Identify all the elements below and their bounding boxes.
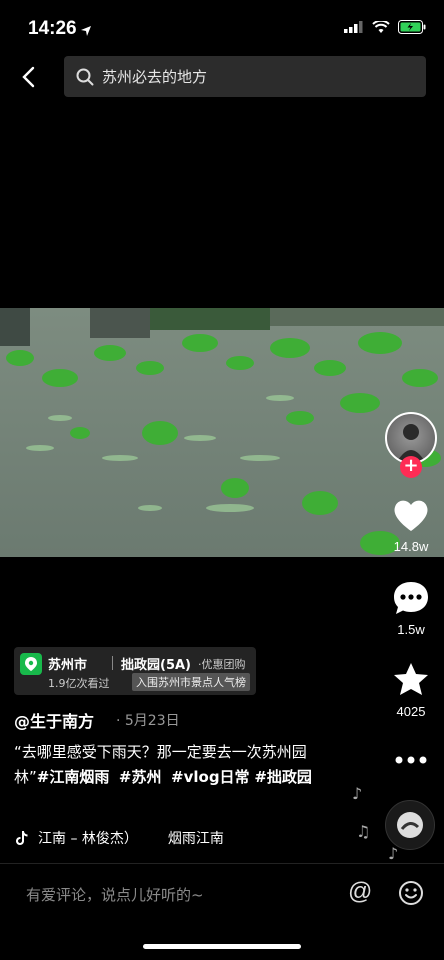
mention-button[interactable]: @ — [348, 878, 372, 906]
like-button[interactable]: 14.8w — [386, 497, 436, 554]
music-title-2: 烟雨江南 — [167, 831, 224, 847]
comment-icon — [394, 582, 428, 614]
signal-icon — [344, 21, 363, 33]
location-city: 苏州市 — [48, 658, 88, 673]
tiktok-note-icon — [16, 831, 28, 845]
favorite-count: 4025 — [396, 704, 426, 719]
hashtag[interactable]: #江南烟雨 — [37, 768, 110, 786]
music-note-icon: ♪ — [388, 844, 399, 863]
more-button[interactable] — [386, 750, 436, 774]
location-card[interactable]: 苏州市 拙政园(5A) ·优惠团购 1.9亿次看过 入围苏州市景点人气榜 — [14, 647, 256, 695]
comment-bar: 有爱评论，说点儿好听的~ @ — [0, 863, 444, 923]
hashtag[interactable]: #苏州 — [119, 768, 162, 786]
hashtag[interactable]: #vlog日常 — [171, 768, 250, 786]
music-note-icon: ♪ — [352, 784, 363, 803]
back-icon — [22, 66, 35, 88]
location-place: 拙政园(5A) — [121, 658, 191, 673]
wifi-icon — [372, 20, 390, 33]
video-player[interactable] — [0, 308, 444, 557]
divider — [112, 656, 113, 670]
video-frame — [0, 308, 444, 557]
music-title: 江南 – 林俊杰） — [38, 831, 138, 847]
disc-cover-icon — [397, 812, 423, 838]
location-views: 1.9亿次看过 — [48, 677, 110, 690]
search-icon — [76, 68, 94, 85]
location-pin-icon — [20, 653, 42, 675]
location-arrow-icon — [80, 22, 92, 41]
status-icons — [344, 20, 426, 34]
music-info[interactable]: 江南 – 林俊杰） 烟雨江南 — [14, 827, 244, 849]
comment-input[interactable]: 有爱评论，说点儿好听的~ — [26, 884, 204, 905]
search-query: 苏州必去的地方 — [102, 68, 208, 86]
location-rank-badge[interactable]: 入围苏州市景点人气榜 — [132, 673, 250, 691]
location-deal: ·优惠团购 — [198, 658, 246, 671]
like-count: 14.8w — [393, 539, 429, 554]
music-disc[interactable] — [385, 800, 435, 850]
heart-icon — [394, 500, 428, 531]
music-note-icon: ♫ — [356, 822, 371, 841]
star-icon — [394, 663, 428, 695]
search-input[interactable]: 苏州必去的地方 — [64, 56, 426, 97]
favorite-button[interactable]: 4025 — [386, 662, 436, 719]
follow-button[interactable]: + — [400, 456, 422, 478]
status-bar: 14:26 — [0, 0, 444, 56]
home-indicator[interactable] — [143, 944, 301, 949]
comment-count: 1.5w — [397, 622, 425, 637]
emoji-button[interactable] — [398, 880, 424, 910]
emoji-icon — [399, 881, 423, 905]
status-time: 14:26 — [28, 18, 77, 39]
back-button[interactable] — [14, 60, 42, 94]
hashtag[interactable]: #拙政园 — [254, 768, 312, 786]
author-name[interactable]: @生于南方 — [14, 708, 94, 732]
author-avatar[interactable]: + — [385, 412, 437, 478]
battery-icon — [398, 20, 426, 34]
caption: “去哪里感受下雨天？那一定要去一次苏州园林”#江南烟雨 #苏州 #vlog日常 … — [14, 740, 334, 790]
more-icon — [395, 756, 427, 764]
comment-button[interactable]: 1.5w — [386, 580, 436, 637]
post-date: · 5月23日 — [116, 713, 180, 729]
